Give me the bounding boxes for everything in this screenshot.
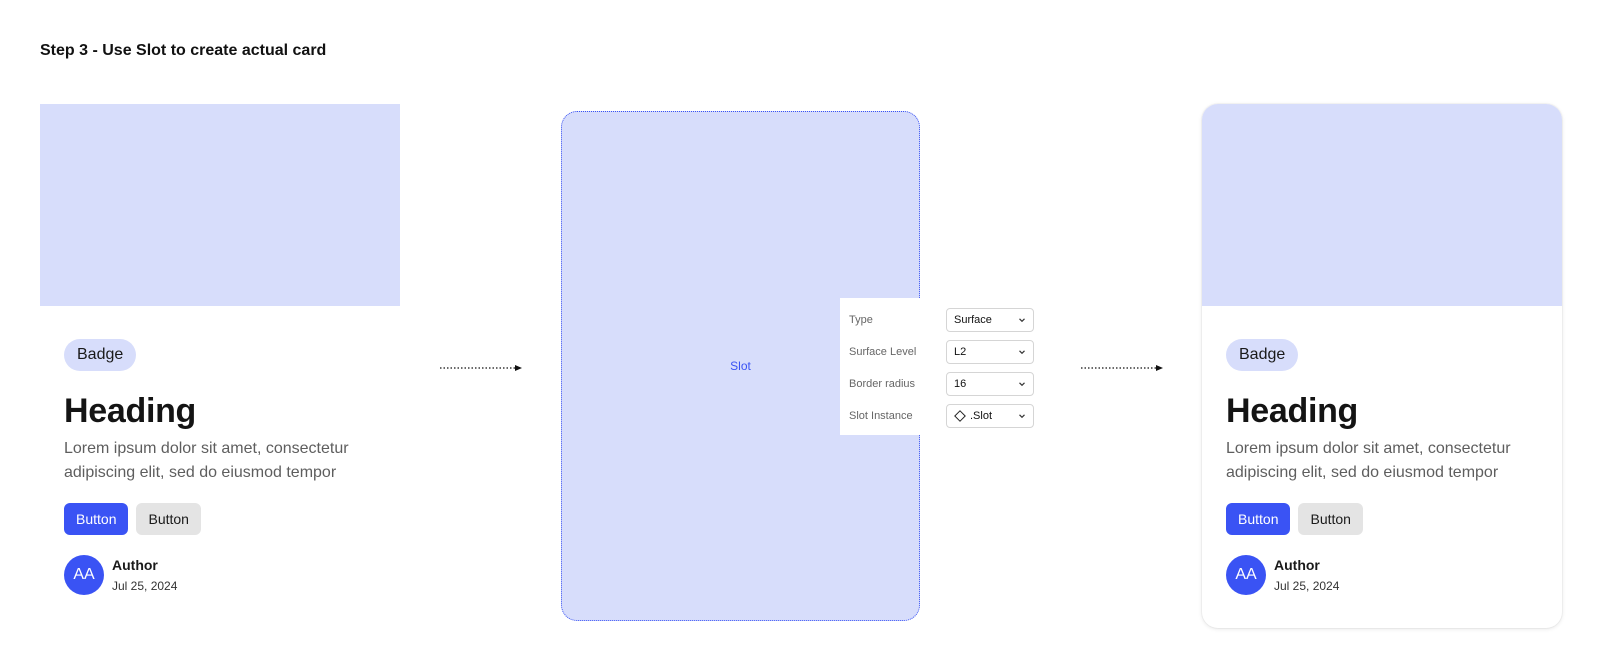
select-value: 16 xyxy=(954,378,967,390)
secondary-button[interactable]: Button xyxy=(136,503,201,535)
card-image-placeholder xyxy=(40,104,400,306)
component-diamond-icon xyxy=(954,410,966,422)
card-body: Badge Heading Lorem ipsum dolor sit amet… xyxy=(64,339,384,595)
select-value: L2 xyxy=(954,346,967,358)
author-name: Author xyxy=(1274,557,1320,573)
card-description: Lorem ipsum dolor sit amet, consectetur … xyxy=(64,440,349,481)
primary-button[interactable]: Button xyxy=(1226,503,1291,535)
avatar: AA xyxy=(64,555,104,595)
card-heading: Heading xyxy=(1226,392,1359,430)
type-select[interactable]: Surface xyxy=(946,308,1034,332)
card-body: Badge Heading Lorem ipsum dolor sit amet… xyxy=(1226,339,1546,595)
chevron-down-icon xyxy=(1019,414,1025,419)
property-label: Type xyxy=(849,314,873,326)
slot-instance-select[interactable]: .Slot xyxy=(946,404,1034,428)
result-card: Badge Heading Lorem ipsum dolor sit amet… xyxy=(1202,104,1562,628)
property-border-radius: Border radius 16 xyxy=(840,372,1036,396)
surface-level-select[interactable]: L2 xyxy=(946,340,1034,364)
chevron-down-icon xyxy=(1019,382,1025,387)
arrow-right-icon xyxy=(440,365,522,371)
author-date: Jul 25, 2024 xyxy=(1274,579,1340,593)
property-label: Slot Instance xyxy=(849,410,913,422)
card-description: Lorem ipsum dolor sit amet, consectetur … xyxy=(1226,440,1511,481)
author-block: AA Author Jul 25, 2024 xyxy=(64,555,384,595)
button-row: Button Button xyxy=(1226,503,1546,535)
select-value: Surface xyxy=(954,314,992,326)
border-radius-select[interactable]: 16 xyxy=(946,372,1034,396)
property-type: Type Surface xyxy=(840,308,1036,332)
card-heading: Heading xyxy=(64,392,197,430)
avatar: AA xyxy=(1226,555,1266,595)
author-meta: Author Jul 25, 2024 xyxy=(112,556,177,594)
property-surface-level: Surface Level L2 xyxy=(840,340,1036,364)
page-title: Step 3 - Use Slot to create actual card xyxy=(40,42,327,59)
author-name: Author xyxy=(112,557,158,573)
author-meta: Author Jul 25, 2024 xyxy=(1274,556,1339,594)
primary-button[interactable]: Button xyxy=(64,503,129,535)
chevron-down-icon xyxy=(1019,318,1025,323)
arrow-right-icon xyxy=(1081,365,1163,371)
author-date: Jul 25, 2024 xyxy=(112,579,178,593)
badge: Badge xyxy=(1226,339,1299,371)
chevron-down-icon xyxy=(1019,350,1025,355)
property-slot-instance: Slot Instance .Slot xyxy=(840,404,1036,428)
source-card: Badge Heading Lorem ipsum dolor sit amet… xyxy=(40,104,400,628)
secondary-button[interactable]: Button xyxy=(1298,503,1363,535)
author-block: AA Author Jul 25, 2024 xyxy=(1226,555,1546,595)
property-label: Surface Level xyxy=(849,346,917,358)
select-value: .Slot xyxy=(970,410,993,422)
badge: Badge xyxy=(64,339,137,371)
button-row: Button Button xyxy=(64,503,384,535)
card-image-placeholder xyxy=(1202,104,1562,306)
properties-panel: Type Surface Surface Level L2 Border rad… xyxy=(840,298,1036,435)
property-label: Border radius xyxy=(849,378,916,390)
